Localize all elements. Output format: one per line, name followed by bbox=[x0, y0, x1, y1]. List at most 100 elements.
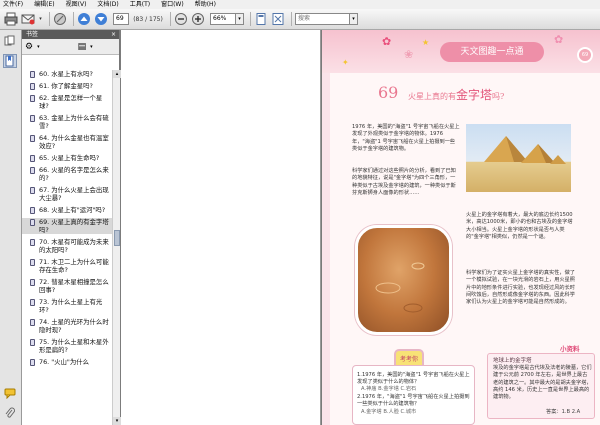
close-icon[interactable]: × bbox=[111, 30, 116, 39]
info-box: 地球上的金字塔 埃及的金字塔是古代埃及法老的陵墓，它们建于公元前 2700 年左… bbox=[487, 353, 595, 419]
bookmark-label: 65. 火星上有生命吗? bbox=[39, 154, 100, 162]
print-icon[interactable] bbox=[4, 12, 18, 26]
bookmarks-toolbar: ⚙ ▾ ▤ ▾ bbox=[22, 39, 119, 55]
bookmark-label: 62. 金星是怎样一个星球? bbox=[39, 94, 103, 110]
toolbar-separator bbox=[49, 12, 50, 26]
info-title: 地球上的金字塔 bbox=[493, 358, 532, 364]
bookmark-scrollbar[interactable]: ▴ ▾ bbox=[112, 70, 121, 425]
bookmark-item[interactable]: 62. 金星是怎样一个星球? bbox=[22, 94, 112, 110]
document-view: ✿ ❀ ★ ✦ ✿ 天文图趣一点通 69 69 火星上真的有金字塔吗? 1976… bbox=[121, 30, 600, 425]
zoom-dropdown-icon[interactable]: ▾ bbox=[236, 13, 244, 25]
search-input[interactable]: 搜索 bbox=[295, 13, 350, 25]
toolbar-separator bbox=[73, 12, 74, 26]
paragraph-2: 科学家们通过对这些照片的分析，看到了已知的地貌特征，说是"金字塔"为四个三角形，… bbox=[352, 168, 456, 196]
zoom-in-icon[interactable] bbox=[191, 12, 205, 26]
paragraph-3: 火星上的金字塔有着大，最大的底边长约1500米，高达1000米，即小的也和古埃及… bbox=[466, 212, 573, 240]
bookmark-item[interactable]: 74. 土星的光环为什么时隐时现? bbox=[22, 318, 112, 334]
bookmark-page-icon bbox=[30, 95, 35, 102]
page-number-input[interactable]: 69 bbox=[113, 13, 129, 25]
bookmark-page-icon bbox=[30, 359, 35, 366]
flower-decoration-icon: ✿ bbox=[554, 33, 564, 46]
bookmark-item[interactable]: 64. 为什么金星也有温室效应? bbox=[22, 134, 112, 150]
star-decoration-icon: ✦ bbox=[342, 58, 349, 67]
bookmark-page-icon bbox=[30, 155, 35, 162]
bookmark-item[interactable]: 69. 火星上真的有金字塔吗? bbox=[22, 218, 112, 234]
bookmark-label: 63. 金星上为什么会有硫雪? bbox=[39, 114, 109, 130]
new-bookmark-dropdown-icon[interactable]: ▾ bbox=[90, 44, 93, 50]
info-text: 埃及的金字塔是古代埃及法老的陵墓，它们建于公元前 2700 年左右，是世界上最古… bbox=[493, 365, 592, 401]
stop-icon[interactable] bbox=[53, 12, 67, 26]
bookmark-item[interactable]: 76. "火山"为什么 bbox=[22, 358, 112, 366]
menu-tools[interactable]: 工具(T) bbox=[130, 0, 150, 9]
single-page-icon[interactable] bbox=[254, 12, 268, 26]
flower-decoration-icon: ✿ bbox=[382, 35, 392, 48]
new-bookmark-icon[interactable]: ▤ bbox=[78, 42, 87, 52]
bookmark-item[interactable]: 72. 彗星木星相撞是怎么回事? bbox=[22, 278, 112, 294]
blank-left-page bbox=[121, 30, 321, 425]
bookmark-label: 69. 火星上真的有金字塔吗? bbox=[39, 218, 109, 234]
bookmark-item[interactable]: 63. 金星上为什么会有硫雪? bbox=[22, 114, 112, 130]
previous-page-icon[interactable] bbox=[77, 12, 91, 26]
search-dropdown-icon[interactable]: ▾ bbox=[350, 13, 358, 25]
attachments-icon[interactable] bbox=[3, 406, 17, 420]
quiz-answer: 答案：1.B 2.A bbox=[546, 409, 581, 415]
email-icon[interactable] bbox=[21, 12, 35, 26]
bookmark-item[interactable]: 71. 木卫二上为什么可能存在生命? bbox=[22, 258, 112, 274]
flower-decoration-icon: ❀ bbox=[404, 48, 414, 61]
menu-bar: 文件(F) 编辑(E) 视图(V) 文档(D) 工具(T) 窗口(W) 帮助(H… bbox=[0, 0, 600, 9]
next-page-icon[interactable] bbox=[94, 12, 108, 26]
pdf-reader-window: 文件(F) 编辑(E) 视图(V) 文档(D) 工具(T) 窗口(W) 帮助(H… bbox=[0, 0, 600, 425]
options-gear-icon[interactable]: ⚙ bbox=[25, 42, 33, 52]
menu-document[interactable]: 文档(D) bbox=[97, 0, 118, 9]
menu-window[interactable]: 窗口(W) bbox=[161, 0, 184, 9]
menu-help[interactable]: 帮助(H) bbox=[195, 0, 216, 9]
bookmarks-panel-icon[interactable] bbox=[3, 54, 17, 68]
bookmark-item[interactable]: 65. 火星上有生命吗? bbox=[22, 154, 112, 162]
info-label: 小资料 bbox=[560, 345, 580, 353]
options-dropdown-icon[interactable]: ▾ bbox=[37, 44, 40, 50]
question-title: 火星上真的有金字塔吗? bbox=[408, 86, 504, 103]
toolbar-separator bbox=[291, 12, 292, 26]
bookmark-item[interactable]: 75. 为什么土星和木星外形是扁的? bbox=[22, 338, 112, 354]
bookmark-label: 67. 为什么火星上会出现大尘暴? bbox=[39, 186, 109, 202]
bookmark-label: 75. 为什么土星和木星外形是扁的? bbox=[39, 338, 109, 354]
bookmark-item[interactable]: 60. 水星上有水吗? bbox=[22, 70, 112, 78]
fit-page-icon[interactable] bbox=[271, 12, 285, 26]
bookmark-label: 64. 为什么金星也有温室效应? bbox=[39, 134, 109, 150]
menu-edit[interactable]: 编辑(E) bbox=[34, 0, 54, 9]
bookmark-item[interactable]: 73. 为什么土星上有光环? bbox=[22, 298, 112, 314]
bookmark-item[interactable]: 67. 为什么火星上会出现大尘暴? bbox=[22, 186, 112, 202]
email-dropdown-icon[interactable]: ▾ bbox=[38, 12, 43, 26]
bookmark-page-icon bbox=[30, 115, 35, 122]
pyramid-photo bbox=[466, 124, 571, 192]
toolbar-separator bbox=[250, 12, 251, 26]
document-page: ✿ ❀ ★ ✦ ✿ 天文图趣一点通 69 69 火星上真的有金字塔吗? 1976… bbox=[322, 30, 600, 425]
bookmarks-header: 书签 × bbox=[22, 30, 119, 39]
scrollbar-thumb[interactable] bbox=[114, 230, 120, 246]
page-side-border bbox=[322, 73, 330, 425]
bookmark-item[interactable]: 70. 木星有可能成为未来的太阳吗? bbox=[22, 238, 112, 254]
bookmark-page-icon bbox=[30, 239, 35, 246]
menu-view[interactable]: 视图(V) bbox=[66, 0, 87, 9]
zoom-input[interactable]: 66% bbox=[210, 13, 236, 25]
bookmark-page-icon bbox=[30, 279, 35, 286]
bookmark-page-icon bbox=[30, 319, 35, 326]
menu-file[interactable]: 文件(F) bbox=[3, 0, 23, 9]
quiz-options-1: A.神庙 B.金字塔 C.岩石 bbox=[361, 386, 417, 392]
bookmark-label: 60. 水星上有水吗? bbox=[39, 70, 93, 78]
scroll-down-icon[interactable]: ▾ bbox=[113, 417, 121, 425]
bookmark-page-icon bbox=[30, 83, 35, 90]
quiz-question-1: 1.1976 年，美国的"海盗"1 号宇宙飞船在火星上发现了类似于什么的物体？ bbox=[357, 372, 470, 386]
page-count-label: (83 / 175) bbox=[133, 15, 163, 23]
bookmark-item[interactable]: 68. 火星上有"运河"吗? bbox=[22, 206, 112, 214]
comments-icon[interactable] bbox=[3, 386, 17, 400]
bookmark-label: 70. 木星有可能成为未来的太阳吗? bbox=[39, 238, 109, 254]
question-prefix: 火星上真的有 bbox=[408, 92, 456, 101]
bookmark-item[interactable]: 61. 你了解金星吗? bbox=[22, 82, 112, 90]
zoom-out-icon[interactable] bbox=[174, 12, 188, 26]
pages-panel-icon[interactable] bbox=[3, 34, 17, 48]
bookmark-item[interactable]: 66. 火星的名字是怎么来的? bbox=[22, 166, 112, 182]
quiz-options-2: A.金字塔 B.人脸 C.城市 bbox=[361, 409, 417, 415]
bookmark-page-icon bbox=[30, 259, 35, 266]
scroll-up-icon[interactable]: ▴ bbox=[113, 70, 121, 78]
